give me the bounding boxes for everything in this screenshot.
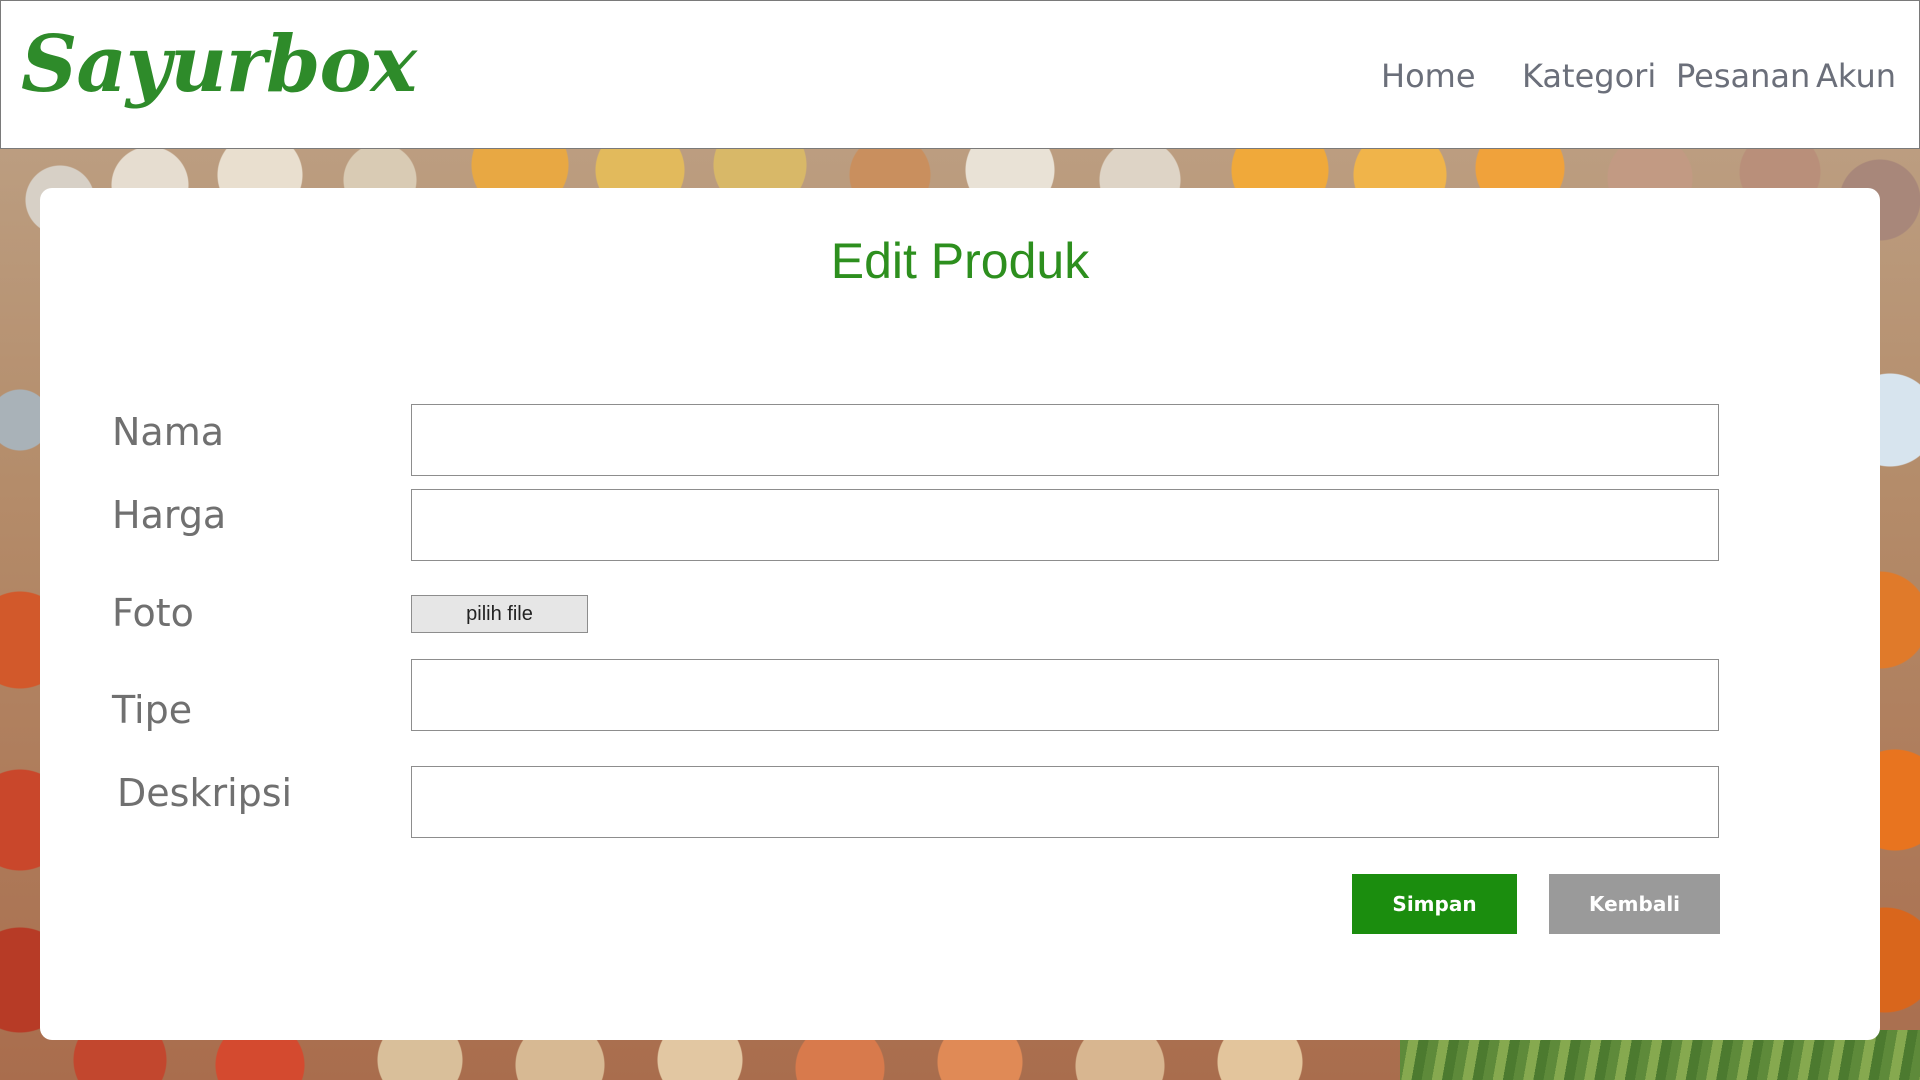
nav-item-pesanan[interactable]: Pesanan <box>1676 57 1810 95</box>
deskripsi-label: Deskripsi <box>117 771 293 815</box>
edit-product-card: Edit Produk Nama Harga Foto pilih file T… <box>40 188 1880 1040</box>
nav-item-home[interactable]: Home <box>1381 57 1476 95</box>
foto-label: Foto <box>112 591 194 635</box>
back-button[interactable]: Kembali <box>1549 874 1720 934</box>
nav-item-akun[interactable]: Akun <box>1816 57 1896 95</box>
deskripsi-input[interactable] <box>411 766 1719 838</box>
top-header: Sayurbox Home Kategori Pesanan Akun <box>0 0 1920 149</box>
choose-file-button[interactable]: pilih file <box>411 595 588 633</box>
page: Sayurbox Home Kategori Pesanan Akun Edit… <box>0 0 1920 1080</box>
harga-input[interactable] <box>411 489 1719 561</box>
save-button[interactable]: Simpan <box>1352 874 1517 934</box>
nav-item-kategori[interactable]: Kategori <box>1522 57 1656 95</box>
nama-label: Nama <box>112 410 225 454</box>
tipe-label: Tipe <box>112 688 193 732</box>
page-title: Edit Produk <box>830 233 1090 289</box>
tipe-input[interactable] <box>411 659 1719 731</box>
sayurbox-logo[interactable]: Sayurbox <box>21 19 417 110</box>
harga-label: Harga <box>112 493 227 537</box>
nama-input[interactable] <box>411 404 1719 476</box>
